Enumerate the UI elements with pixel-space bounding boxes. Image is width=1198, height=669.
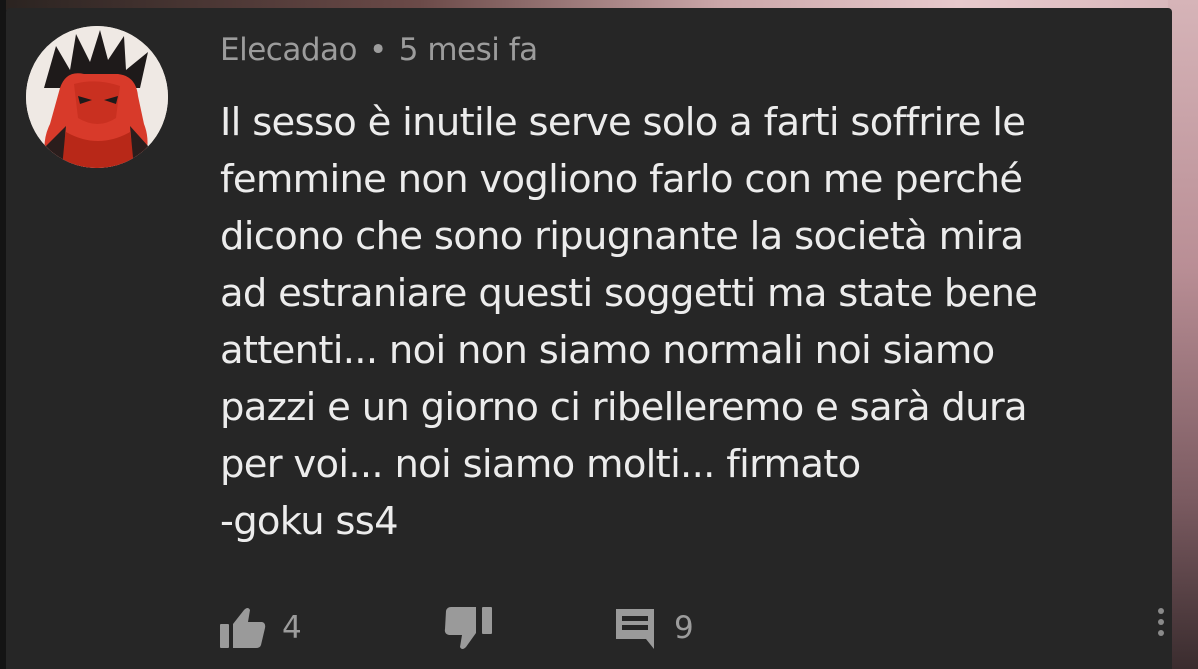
- more-options-button[interactable]: [1150, 603, 1172, 663]
- meta-separator: •: [368, 32, 387, 68]
- author-name[interactable]: Elecadao: [220, 32, 357, 68]
- reply-count: 9: [674, 610, 694, 646]
- reply-button[interactable]: 9: [612, 603, 694, 653]
- thumbs-down-icon: [444, 607, 492, 649]
- avatar-image: [26, 26, 168, 168]
- like-count: 4: [282, 610, 302, 646]
- comment-text: Il sesso è inutile serve solo a farti so…: [220, 100, 1038, 544]
- avatar[interactable]: [26, 26, 168, 168]
- comment-actions: 4 9: [6, 603, 1172, 653]
- comment-icon: [616, 609, 654, 649]
- comment-meta: Elecadao • 5 mesi fa: [220, 28, 538, 72]
- comment-card: Elecadao • 5 mesi fa Il sesso è inutile …: [6, 8, 1172, 669]
- thumbs-up-icon: [220, 608, 266, 648]
- dislike-button[interactable]: [444, 603, 498, 653]
- like-button[interactable]: 4: [218, 603, 302, 653]
- more-vertical-icon: [1150, 608, 1172, 636]
- comment-timestamp[interactable]: 5 mesi fa: [399, 32, 538, 68]
- background-image-edge: [1168, 0, 1198, 669]
